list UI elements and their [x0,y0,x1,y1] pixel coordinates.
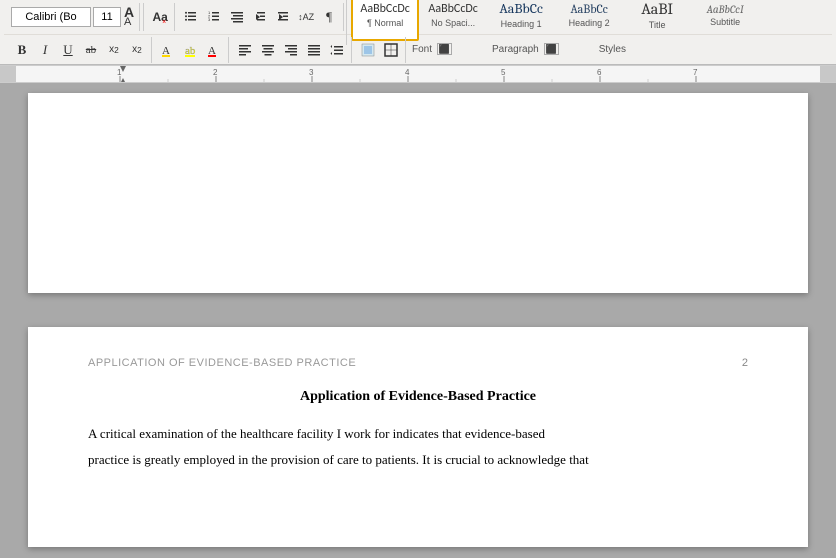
numbered-list-button[interactable]: 123 [203,6,225,28]
toolbar-row1: A A Aa × 123 [4,2,832,34]
svg-text:3: 3 [208,17,211,22]
style-normal-label: ¶ Normal [367,18,403,28]
style-h1-preview: AaBbCc [499,1,543,18]
bold-button[interactable]: B [11,39,33,61]
styles-section: AaBbCcDc ¶ Normal AaBbCcDc No Spaci... A… [346,0,832,45]
show-formatting-button[interactable]: ¶ [318,6,340,28]
toolbar: A A Aa × 123 [0,0,836,65]
alignment-group [231,37,352,63]
highlight-button[interactable]: ab [180,39,202,61]
font-name-input[interactable] [11,7,91,27]
svg-text:2: 2 [213,68,218,77]
svg-text:7: 7 [693,68,698,77]
style-no-spacing[interactable]: AaBbCcDc No Spaci... [419,0,487,41]
bold-italic-group: B I U ab x2 x2 [8,37,152,63]
decrease-font-icon[interactable]: A [123,17,135,27]
font-size-input[interactable] [93,7,121,27]
style-no-spacing-preview: AaBbCcDc [428,2,477,16]
header-text: APPLICATION OF EVIDENCE-BASED PRACTICE [88,357,356,369]
svg-text:4: 4 [405,68,410,77]
font-expand-icon[interactable]: ⬛ [437,43,452,55]
style-subtitle-preview: AaBbCcI [707,3,744,16]
toolbar-labels: Font ⬛ Paragraph ⬛ Styles [412,44,626,55]
page-separator [0,303,836,317]
style-title-label: Title [649,20,666,30]
increase-indent-button[interactable] [272,6,294,28]
align-left-button[interactable] [234,39,256,61]
style-subtitle[interactable]: AaBbCcI Subtitle [691,0,759,41]
svg-text:3: 3 [309,68,314,77]
text-effects-button[interactable]: A [157,39,179,61]
style-heading2[interactable]: AaBbCc Heading 2 [555,0,623,41]
style-no-spacing-label: No Spaci... [431,18,475,28]
svg-text:5: 5 [501,68,506,77]
decrease-indent-button[interactable] [249,6,271,28]
bullets-button[interactable] [180,6,202,28]
style-normal[interactable]: AaBbCcDc ¶ Normal [351,0,419,41]
font-section-label: Font ⬛ [412,44,492,55]
font-size-buttons: A A [123,7,135,27]
style-title[interactable]: AaBI Title [623,0,691,41]
shading-button[interactable] [357,39,379,61]
ruler-right-margin [820,66,836,82]
justify-button[interactable] [303,39,325,61]
text-format-group: Aa × [146,3,175,31]
font-name-group: A A [4,3,144,31]
clear-formatting-button[interactable]: Aa × [149,6,171,28]
paragraph-section-label: Paragraph ⬛ [492,44,599,55]
page-2[interactable]: APPLICATION OF EVIDENCE-BASED PRACTICE 2… [28,327,808,547]
style-h2-preview: AaBbCc [570,2,607,16]
font-color-button[interactable]: A [203,39,225,61]
style-title-preview: AaBI [641,0,673,19]
svg-text:6: 6 [597,68,602,77]
style-heading1[interactable]: AaBbCc Heading 1 [487,0,555,41]
list-group: 123 ↕AZ ¶ [177,3,344,31]
text-effects-group: A ab A [154,37,229,63]
body-line-2: practice is greatly employed in the prov… [88,447,748,473]
ruler: 1 2 3 4 5 6 7 [0,65,836,83]
subscript-button[interactable]: x2 [103,39,125,61]
paragraph-expand-icon[interactable]: ⬛ [544,43,559,55]
page-header: APPLICATION OF EVIDENCE-BASED PRACTICE 2 [88,357,748,369]
shading-group [354,37,406,63]
sort-button[interactable]: ↕AZ [295,6,317,28]
style-h1-label: Heading 1 [501,19,542,29]
underline-button[interactable]: U [57,39,79,61]
ruler-area: 1 2 3 4 5 6 7 [16,66,820,82]
page-number: 2 [742,357,748,369]
style-h2-label: Heading 2 [569,18,610,28]
multilevel-list-button[interactable] [226,6,248,28]
font-name-area: A A [7,3,140,31]
borders-button[interactable] [380,39,402,61]
italic-button[interactable]: I [34,39,56,61]
align-center-button[interactable] [257,39,279,61]
document-body: A critical examination of the healthcare… [88,421,748,473]
styles-section-label: Styles [599,44,626,55]
page-1[interactable] [28,93,808,293]
ruler-left-margin [0,66,16,82]
superscript-button[interactable]: x2 [126,39,148,61]
style-subtitle-label: Subtitle [710,17,740,27]
align-right-button[interactable] [280,39,302,61]
body-line-1: A critical examination of the healthcare… [88,421,748,447]
document-title: Application of Evidence-Based Practice [88,389,748,405]
line-spacing-button[interactable] [326,39,348,61]
document-area: APPLICATION OF EVIDENCE-BASED PRACTICE 2… [0,83,836,558]
strikethrough-button[interactable]: ab [80,39,102,61]
svg-text:1: 1 [117,68,122,77]
style-normal-preview: AaBbCcDc [360,2,409,16]
